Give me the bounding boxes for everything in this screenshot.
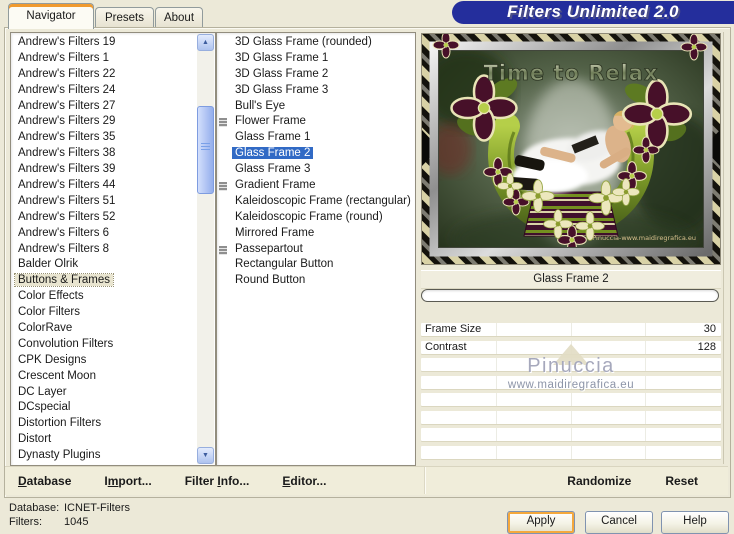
filter-item[interactable]: Glass Frame 2 [217, 146, 415, 162]
category-item[interactable]: ColorRave [11, 321, 215, 337]
category-item[interactable]: DC Layer [11, 385, 215, 401]
filter-item[interactable]: Round Button [217, 273, 415, 289]
bottom-toolbar: Database Import... Filter Info... Editor...… [5, 466, 728, 495]
presets-marker-icon [219, 245, 227, 255]
filter-item[interactable]: 3D Glass Frame 3 [217, 83, 415, 99]
filter-listbox: 3D Glass Frame (rounded) 3D Glass Frame 1… [216, 32, 416, 466]
preview-signature-text: Pinuccia-www.maidiregrafica.eu [592, 234, 696, 242]
scroll-thumb[interactable] [197, 106, 214, 194]
category-item[interactable]: Andrew's Filters 22 [11, 67, 215, 83]
selected-filter-caption: Glass Frame 2 [421, 270, 721, 289]
category-scrollbar[interactable]: ▲ ▼ [197, 34, 214, 464]
status-filters-value: 1045 [64, 515, 89, 528]
randomize-button[interactable]: Randomize [567, 474, 631, 488]
category-item[interactable]: Crescent Moon [11, 369, 215, 385]
parameter-slider[interactable]: Frame Size 30 [421, 323, 721, 336]
filter-item[interactable]: Kaleidoscopic Frame (round) [217, 210, 415, 226]
category-item[interactable]: Andrew's Filters 27 [11, 99, 215, 115]
category-item[interactable]: Convolution Filters [11, 337, 215, 353]
category-item[interactable]: Color Filters [11, 305, 215, 321]
filter-item[interactable]: 3D Glass Frame 2 [217, 67, 415, 83]
category-item[interactable]: Andrew's Filters 39 [11, 162, 215, 178]
toolbar-menu-item[interactable]: Database [18, 474, 71, 488]
category-item[interactable]: Andrew's Filters 44 [11, 178, 215, 194]
category-item[interactable]: DCspecial [11, 400, 215, 416]
status-filters-label: Filters: [9, 515, 42, 528]
preview-title-text: Time to Relax [483, 61, 658, 85]
category-item[interactable]: Andrew's Filters 35 [11, 130, 215, 146]
scroll-up-icon[interactable]: ▲ [197, 34, 214, 51]
toolbar-menu-item[interactable]: Import... [104, 474, 151, 488]
toolbar-divider [424, 467, 425, 494]
preview-image: Time to Relax Pinuccia-www.maidiregrafic… [421, 33, 721, 265]
progress-bar [421, 289, 719, 302]
filter-item[interactable]: Rectangular Button [217, 257, 415, 273]
filter-list: 3D Glass Frame (rounded) 3D Glass Frame 1… [217, 35, 415, 289]
preview-panel: Time to Relax Pinuccia-www.maidiregrafic… [421, 32, 724, 464]
filter-item[interactable]: 3D Glass Frame (rounded) [217, 35, 415, 51]
tab-navigator[interactable]: Navigator [8, 3, 94, 29]
parameter-label: Frame Size [425, 323, 482, 335]
category-listbox: Andrew's Filters 19 Andrew's Filters 1 And… [10, 32, 216, 466]
parameter-value: 30 [703, 323, 716, 335]
filter-item[interactable]: Flower Frame [217, 114, 415, 130]
category-list: Andrew's Filters 19 Andrew's Filters 1 And… [11, 35, 215, 464]
toolbar-menu-item[interactable]: Filter Info... [185, 474, 250, 488]
category-item[interactable]: CPK Designs [11, 353, 215, 369]
parameter-slider[interactable] [421, 445, 721, 459]
filter-item[interactable]: Kaleidoscopic Frame (rectangular) [217, 194, 415, 210]
status-area: Database: ICNET-Filters Filters: 1045 [9, 502, 130, 529]
watermark-name: Pinuccia [527, 355, 615, 377]
category-item[interactable]: Andrew's Filters 6 [11, 226, 215, 242]
category-item[interactable]: Buttons & Frames [11, 273, 215, 289]
parameter-slider[interactable] [421, 393, 721, 406]
parameter-slider[interactable] [421, 428, 721, 441]
filter-item[interactable]: Glass Frame 3 [217, 162, 415, 178]
filter-item[interactable]: Mirrored Frame [217, 226, 415, 242]
filter-item[interactable]: Glass Frame 1 [217, 130, 415, 146]
category-item[interactable]: Andrew's Filters 29 [11, 114, 215, 130]
thumb-grip-icon [201, 143, 210, 152]
watermark-url: www.maidiregrafica.eu [507, 379, 635, 391]
parameter-value: 128 [697, 340, 716, 353]
filters-unlimited-window: Navigator Presets About Filters Unlimite… [0, 0, 734, 534]
reset-button[interactable]: Reset [665, 474, 698, 488]
category-item[interactable]: Dynasty Plugins [11, 448, 215, 464]
toolbar-menu-item[interactable]: Editor... [282, 474, 326, 488]
parameter-slider[interactable] [421, 410, 721, 424]
filter-item[interactable]: Passepartout [217, 242, 415, 258]
category-item[interactable]: Andrew's Filters 8 [11, 242, 215, 258]
category-item[interactable]: Andrew's Filters 1 [11, 51, 215, 67]
scroll-down-icon[interactable]: ▼ [197, 447, 214, 464]
category-item[interactable]: Andrew's Filters 38 [11, 146, 215, 162]
parameter-label: Contrast [425, 340, 467, 353]
category-item[interactable]: Andrew's Filters 52 [11, 210, 215, 226]
category-item[interactable]: Andrew's Filters 24 [11, 83, 215, 99]
category-item[interactable]: Andrew's Filters 51 [11, 194, 215, 210]
filter-item[interactable]: Bull's Eye [217, 99, 415, 115]
category-item[interactable]: Distort [11, 432, 215, 448]
tab-about[interactable]: About [155, 7, 203, 28]
category-item[interactable]: Color Effects [11, 289, 215, 305]
apply-button[interactable]: Apply [507, 511, 575, 534]
title-banner: Filters Unlimited 2.0 [452, 1, 734, 24]
filter-item[interactable]: 3D Glass Frame 1 [217, 51, 415, 67]
tab-presets[interactable]: Presets [95, 7, 154, 28]
cancel-button[interactable]: Cancel [585, 511, 653, 534]
status-database-label: Database: [9, 502, 60, 514]
category-item[interactable]: Balder Olrik [11, 257, 215, 273]
filter-item[interactable]: Gradient Frame [217, 178, 415, 194]
help-button[interactable]: Help [661, 511, 729, 534]
category-item[interactable]: Andrew's Filters 19 [11, 35, 215, 51]
presets-marker-icon [219, 182, 227, 192]
category-item[interactable]: Distortion Filters [11, 416, 215, 432]
presets-marker-icon [219, 118, 227, 128]
status-database-value: ICNET-Filters [64, 502, 130, 514]
